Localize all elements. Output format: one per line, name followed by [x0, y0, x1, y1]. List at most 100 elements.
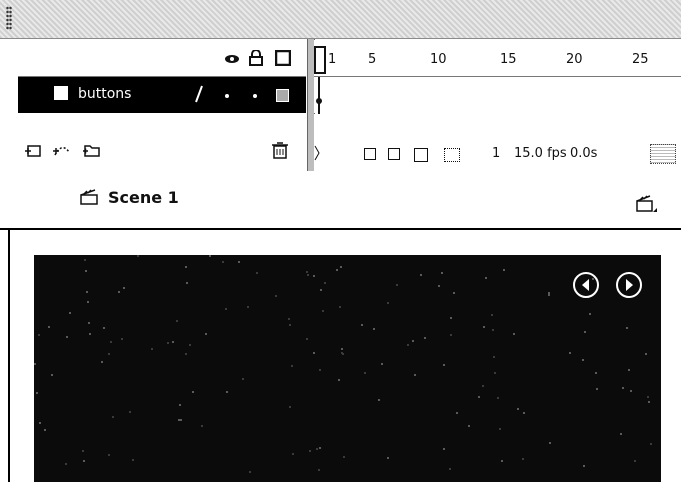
stage-speckle	[595, 372, 597, 374]
stage-speckle	[88, 322, 90, 324]
add-motion-guide-icon[interactable]	[52, 140, 72, 160]
previous-button-icon[interactable]	[573, 272, 599, 298]
visibility-dot[interactable]	[225, 94, 229, 98]
stage-speckle	[482, 385, 484, 387]
stage-speckle	[82, 450, 84, 452]
frame-number: 15	[500, 52, 517, 67]
stage-speckle	[622, 387, 624, 389]
stage-speckle	[123, 287, 125, 289]
stage-speckle	[361, 324, 363, 326]
stage-speckle	[44, 429, 46, 431]
stage-speckle	[592, 278, 594, 280]
stage-speckle	[288, 318, 290, 320]
modify-onion-markers-icon[interactable]	[444, 148, 460, 162]
trash-icon[interactable]	[270, 140, 290, 160]
stage-canvas[interactable]	[34, 255, 661, 482]
stage-speckle	[582, 359, 584, 361]
layer-row-selected[interactable]: buttons	[18, 77, 306, 113]
frame-ruler[interactable]: 1 5 10 15 20 25	[314, 40, 681, 77]
drag-grip-icon[interactable]	[6, 6, 12, 30]
timeline-status-bar: 1 15.0 fps 0.0s	[314, 114, 681, 171]
stage-speckle	[634, 460, 636, 462]
stage-speckle	[589, 313, 591, 315]
stage-speckle	[178, 419, 180, 421]
stage-speckle	[478, 396, 480, 398]
stage-speckle	[69, 312, 71, 314]
stage-speckle	[179, 404, 181, 406]
panel-title-bar[interactable]	[0, 0, 681, 39]
stage-speckle	[412, 340, 414, 342]
insert-folder-icon[interactable]	[82, 140, 102, 160]
insert-layer-icon[interactable]	[24, 140, 44, 160]
stage-speckle	[291, 365, 293, 367]
stage-speckle	[324, 282, 326, 284]
onion-skin-icon[interactable]	[364, 148, 376, 160]
stage-speckle	[630, 390, 632, 392]
keyframe-dot[interactable]	[316, 98, 322, 104]
stage-speckle	[226, 391, 228, 393]
eye-icon[interactable]	[224, 50, 240, 66]
stage-speckle	[189, 344, 191, 346]
stage-speckle	[441, 272, 443, 274]
stage-speckle	[620, 433, 622, 435]
stage-speckle	[85, 270, 87, 272]
scene-bar: Scene 1	[0, 172, 681, 230]
edit-scene-icon[interactable]	[636, 194, 658, 214]
stage-speckle	[645, 353, 647, 355]
stage-speckle	[289, 324, 291, 326]
stage-speckle	[320, 289, 322, 291]
stage-speckle	[38, 334, 40, 336]
stage-speckle	[222, 261, 224, 263]
stage-speckle	[318, 469, 320, 471]
layer-name[interactable]: buttons	[78, 86, 131, 102]
lock-icon[interactable]	[248, 50, 264, 66]
frame-row[interactable]	[314, 77, 681, 114]
stage-speckle	[118, 291, 120, 293]
stage-speckle	[513, 333, 515, 335]
stage-speckle	[424, 337, 426, 339]
stage-speckle	[338, 379, 340, 381]
center-frame-icon[interactable]	[314, 144, 320, 162]
stage-speckle	[453, 292, 455, 294]
scroll-thumbnail-icon[interactable]	[650, 144, 676, 164]
stage-speckle	[407, 344, 409, 346]
stage-speckle	[517, 408, 519, 410]
edit-multiple-frames-icon[interactable]	[414, 148, 428, 162]
frame-number: 20	[566, 52, 583, 67]
stage-speckle	[110, 341, 112, 343]
stage-speckle	[387, 457, 389, 459]
elapsed-time: 0.0s	[570, 146, 598, 161]
stage-speckle	[103, 327, 105, 329]
stage-speckle	[39, 422, 41, 424]
stage-speckle	[456, 412, 458, 414]
stage-speckle	[86, 291, 88, 293]
stage-speckle	[339, 306, 341, 308]
stage-speckle	[249, 471, 251, 473]
stage-speckle	[247, 306, 249, 308]
next-button-icon[interactable]	[616, 272, 642, 298]
stage-speckle	[583, 465, 585, 467]
stage-speckle	[414, 374, 416, 376]
onion-outline-icon[interactable]	[388, 148, 400, 160]
stage-speckle	[313, 275, 315, 277]
stage-speckle	[443, 448, 445, 450]
scene-name[interactable]: Scene 1	[108, 188, 179, 207]
frame-number: 10	[430, 52, 447, 67]
stage-speckle	[167, 342, 169, 344]
stage-speckle	[306, 271, 308, 273]
stage-speckle	[307, 274, 309, 276]
outline-icon[interactable]	[275, 50, 291, 66]
stage-speckle	[491, 314, 493, 316]
lock-dot[interactable]	[253, 94, 257, 98]
frame-rate[interactable]: 15.0 fps	[514, 146, 567, 161]
stage-speckle	[443, 364, 445, 366]
stage-speckle	[485, 277, 487, 279]
outline-color-box[interactable]	[276, 89, 289, 102]
stage-speckle	[256, 272, 258, 274]
stage-speckle	[205, 333, 207, 335]
stage-speckle	[172, 341, 174, 343]
stage-speckle	[628, 369, 630, 371]
stage-speckle	[225, 308, 227, 310]
playhead[interactable]	[314, 46, 326, 74]
stage-speckle	[650, 443, 652, 445]
